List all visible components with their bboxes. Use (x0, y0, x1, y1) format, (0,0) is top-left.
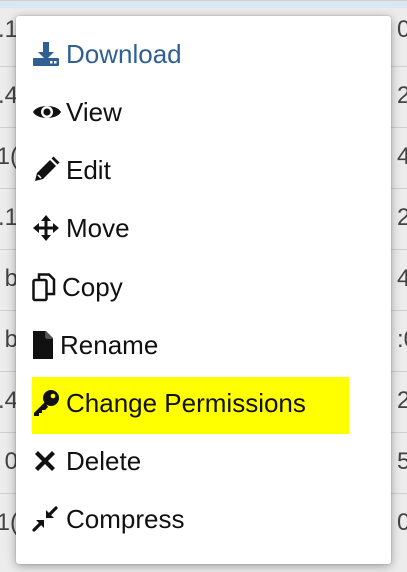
copy-icon (32, 272, 62, 302)
menu-item-move[interactable]: Move (32, 199, 130, 257)
pencil-icon (32, 155, 66, 185)
compress-icon (32, 504, 66, 534)
menu-item-label: Copy (62, 271, 123, 302)
menu-item-view[interactable]: View (32, 83, 122, 141)
table-cell-right: 50 (397, 448, 407, 475)
menu-item-label: Delete (66, 445, 142, 476)
file-icon (32, 330, 60, 360)
file-context-menu: Download View Edit Move Copy Rename Chan… (16, 16, 391, 564)
move-arrows-icon (32, 213, 66, 243)
menu-item-label: Move (66, 212, 130, 243)
table-cell-right: 05 (397, 509, 407, 536)
menu-item-delete[interactable]: Delete (32, 432, 141, 490)
download-icon (32, 39, 66, 69)
menu-item-rename[interactable]: Rename (32, 316, 158, 374)
table-cell-right: :0 (397, 326, 407, 353)
menu-item-label: Edit (66, 154, 111, 185)
menu-item-copy[interactable]: Copy (32, 258, 123, 316)
table-cell-right: 4 (397, 143, 407, 170)
key-icon (32, 388, 66, 418)
menu-item-download[interactable]: Download (32, 25, 182, 83)
table-cell-right: 27 (397, 204, 407, 231)
table-cell-right: 40 (397, 265, 407, 292)
menu-item-label: Change Permissions (66, 387, 306, 418)
table-cell-right: 2 (397, 387, 407, 414)
x-icon (32, 446, 66, 476)
menu-item-compress[interactable]: Compress (32, 490, 184, 548)
menu-item-label: View (66, 96, 122, 127)
menu-item-label: Download (66, 38, 182, 69)
table-cell-right: 22 (397, 82, 407, 109)
eye-icon (32, 97, 66, 127)
table-cell-right: 0 (397, 16, 407, 43)
menu-item-edit[interactable]: Edit (32, 141, 111, 199)
menu-item-label: Compress (66, 503, 185, 534)
menu-item-change-permissions[interactable]: Change Permissions (32, 374, 306, 432)
menu-item-label: Rename (60, 329, 159, 360)
